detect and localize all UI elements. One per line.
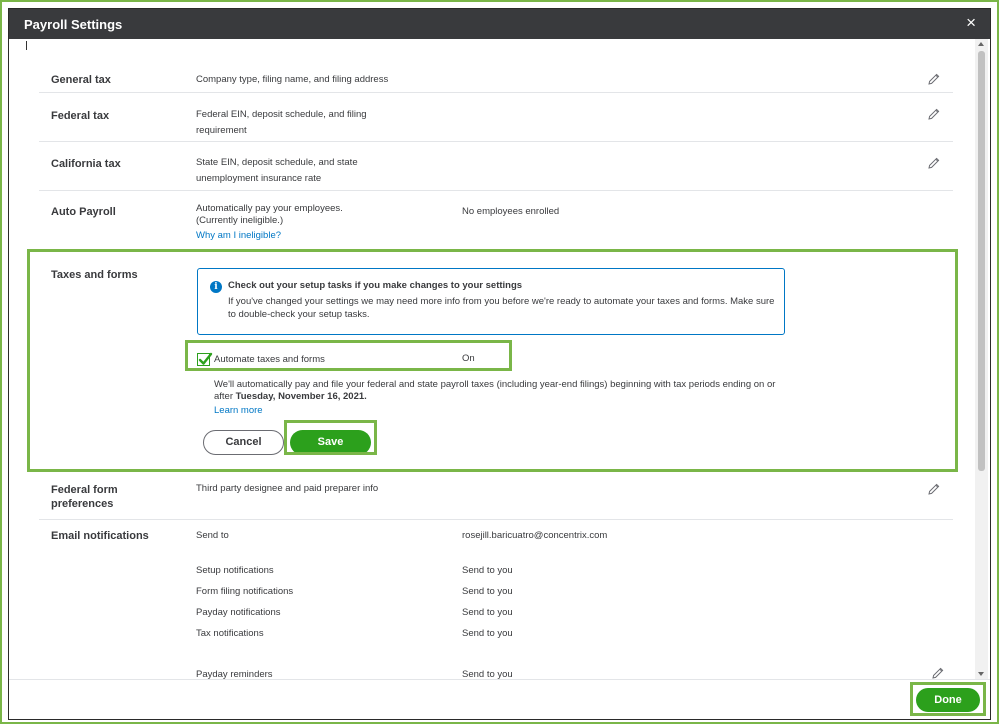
row-auto-payroll: Auto Payroll Automatically pay your empl… (39, 191, 953, 249)
automate-taxes-checkbox[interactable] (197, 352, 213, 366)
federal-form-preferences-label-line2: preferences (51, 498, 114, 510)
federal-tax-description-line1: Federal EIN, deposit schedule, and filin… (196, 109, 367, 120)
notification-name: Send to (196, 530, 229, 541)
edit-pencil-icon[interactable] (927, 156, 941, 170)
email-notifications-label: Email notifications (51, 530, 149, 542)
federal-tax-description: Federal EIN, deposit schedule, and filin… (196, 107, 367, 139)
dialog-footer: Done (9, 679, 990, 719)
notification-name: Form filing notifications (196, 586, 294, 597)
scroll-down-arrow-icon[interactable] (978, 672, 984, 676)
taxes-and-forms-label: Taxes and forms (51, 269, 138, 281)
general-tax-description: Company type, filing name, and filing ad… (196, 74, 389, 85)
notification-value: Send to you (462, 628, 513, 639)
notification-name: Payday notifications (196, 607, 281, 618)
cancel-button[interactable]: Cancel (203, 430, 284, 455)
info-title: Check out your setup tasks if you make c… (228, 280, 523, 291)
automation-start-date: Tuesday, November 16, 2021. (235, 391, 367, 402)
auto-payroll-label: Auto Payroll (51, 206, 116, 218)
auto-payroll-description: Automatically pay your employees. (Curre… (196, 203, 343, 242)
auto-payroll-value: No employees enrolled (462, 206, 560, 217)
dialog-title: Payroll Settings (24, 17, 123, 32)
row-federal-tax: Federal tax Federal EIN, deposit schedul… (39, 93, 953, 142)
scrollbar-thumb[interactable] (978, 51, 985, 471)
setup-tasks-info-box: i Check out your setup tasks if you make… (197, 268, 785, 335)
notification-name: Setup notifications (196, 565, 274, 576)
edit-pencil-icon[interactable] (927, 107, 941, 121)
federal-tax-label: Federal tax (51, 110, 110, 122)
general-tax-label: General tax (51, 74, 111, 86)
scroll-up-arrow-icon[interactable] (978, 42, 984, 46)
automation-description: We'll automatically pay and file your fe… (214, 379, 794, 403)
federal-form-preferences-description: Third party designee and paid preparer i… (196, 483, 379, 494)
learn-more-link[interactable]: Learn more (214, 405, 263, 416)
automate-taxes-label: Automate taxes and forms (214, 354, 325, 365)
checkmark-icon (198, 352, 213, 365)
california-tax-label: California tax (51, 158, 121, 170)
edit-pencil-icon[interactable] (927, 482, 941, 496)
vertical-scrollbar[interactable] (975, 39, 988, 679)
screenshot-frame: Payroll Settings × General tax Company t… (0, 0, 999, 724)
federal-tax-description-line2: requirement (196, 125, 247, 136)
done-button[interactable]: Done (916, 688, 980, 712)
edit-pencil-icon[interactable] (927, 72, 941, 86)
auto-payroll-description-line2: (Currently ineligible.) (196, 215, 284, 226)
payroll-settings-dialog: Payroll Settings × General tax Company t… (8, 8, 991, 720)
info-icon: i (210, 281, 222, 293)
federal-form-preferences-label: Federal form preferences (51, 483, 118, 511)
california-tax-description-line1: State EIN, deposit schedule, and state (196, 157, 358, 168)
notification-value: Send to you (462, 669, 513, 679)
notification-name: Tax notifications (196, 628, 264, 639)
why-ineligible-link[interactable]: Why am I ineligible? (196, 230, 343, 242)
row-federal-form-preferences: Federal form preferences Third party des… (39, 475, 953, 520)
notification-value: Send to you (462, 565, 513, 576)
dialog-titlebar: Payroll Settings × (9, 9, 990, 39)
automate-taxes-status: On (462, 353, 475, 364)
notification-value: Send to you (462, 586, 513, 597)
edit-pencil-icon[interactable] (931, 666, 945, 679)
row-california-tax: California tax State EIN, deposit schedu… (39, 142, 953, 191)
federal-form-preferences-label-line1: Federal form (51, 484, 118, 496)
auto-payroll-description-line1: Automatically pay your employees. (196, 203, 343, 214)
notification-name: Payday reminders (196, 669, 273, 679)
settings-content: General tax Company type, filing name, a… (9, 39, 975, 679)
info-text: If you've changed your settings we may n… (228, 296, 775, 320)
california-tax-description-line2: unemployment insurance rate (196, 173, 322, 184)
row-general-tax: General tax Company type, filing name, a… (39, 57, 953, 93)
save-button[interactable]: Save (290, 430, 371, 455)
close-icon[interactable]: × (966, 14, 976, 32)
notification-value: Send to you (462, 607, 513, 618)
california-tax-description: State EIN, deposit schedule, and state u… (196, 155, 358, 187)
notification-value: rosejill.baricuatro@concentrix.com (462, 530, 608, 541)
